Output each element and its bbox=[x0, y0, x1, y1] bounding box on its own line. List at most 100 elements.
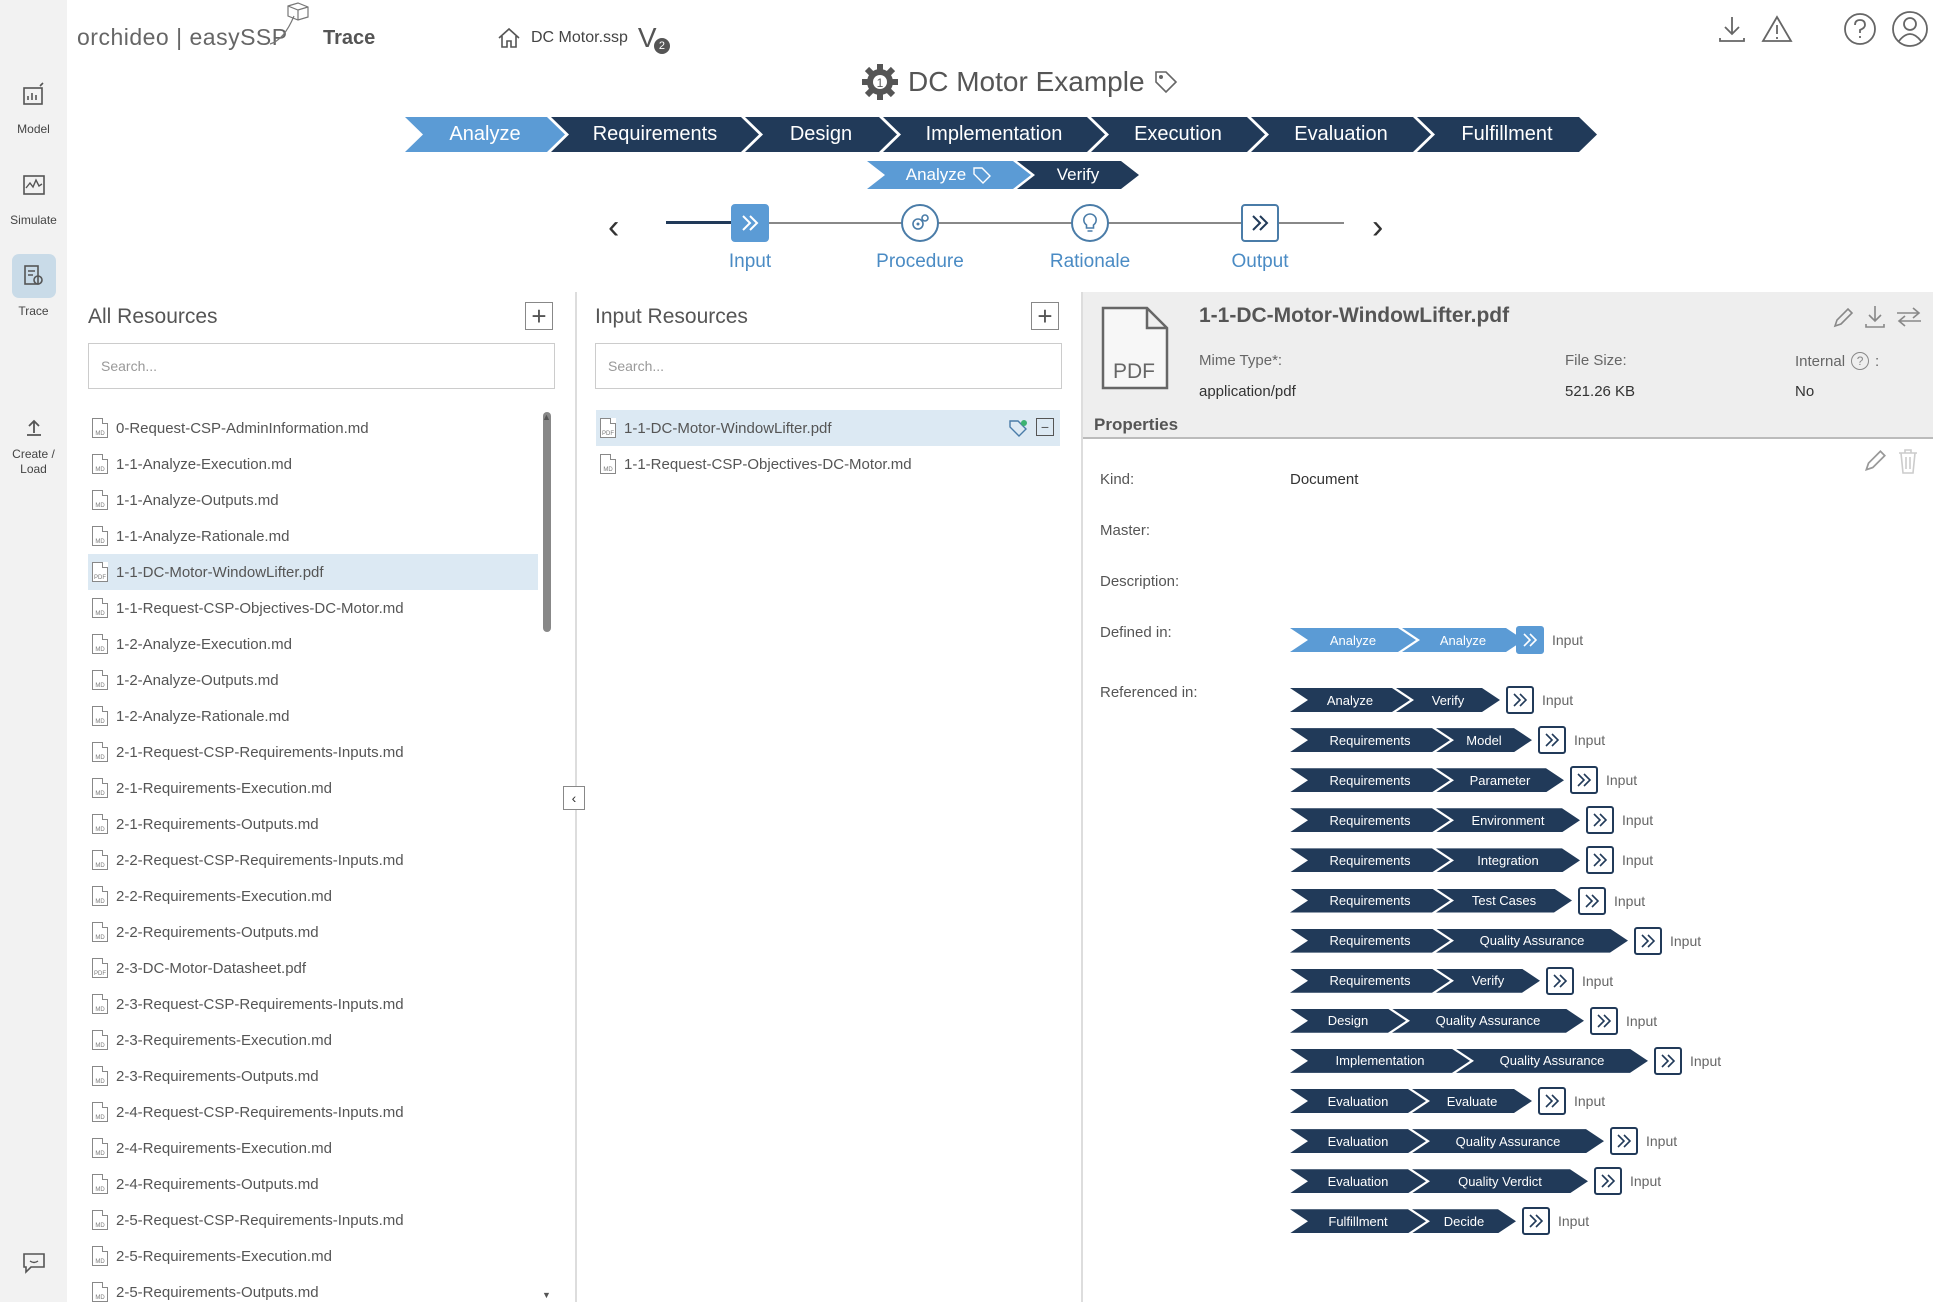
file-row[interactable]: MD 2-4-Requirements-Outputs.md bbox=[88, 1166, 538, 1202]
referenced-in-trace[interactable]: Implementation Quality Assurance Input bbox=[1290, 1046, 1721, 1075]
step-input[interactable]: Input bbox=[680, 196, 820, 273]
file-name: 2-3-DC-Motor-Datasheet.pdf bbox=[116, 959, 307, 977]
trace-step: Input bbox=[1574, 1093, 1606, 1109]
warning-icon[interactable] bbox=[1761, 14, 1793, 44]
referenced-in-trace[interactable]: Requirements Parameter Input bbox=[1290, 766, 1637, 795]
referenced-in-trace[interactable]: Analyze Verify Input bbox=[1290, 686, 1573, 714]
scroll-down-arrow[interactable]: ▼ bbox=[542, 1290, 551, 1300]
phase-analyze[interactable]: Analyze bbox=[405, 117, 565, 152]
phase-requirements[interactable]: Requirements bbox=[551, 117, 759, 152]
scroll-up-arrow[interactable]: ▲ bbox=[542, 412, 551, 422]
remove-input-button[interactable]: − bbox=[1036, 418, 1054, 436]
info-icon[interactable]: ? bbox=[1851, 352, 1870, 370]
file-row[interactable]: MD 1-2-Analyze-Outputs.md bbox=[88, 662, 538, 698]
trash-icon[interactable] bbox=[1896, 447, 1920, 475]
file-row[interactable]: MD 2-1-Requirements-Outputs.md bbox=[88, 806, 538, 842]
download-icon[interactable] bbox=[1717, 14, 1747, 44]
file-name: 2-1-Request-CSP-Requirements-Inputs.md bbox=[116, 743, 404, 761]
next-step-button[interactable]: › bbox=[1372, 208, 1383, 247]
file-row[interactable]: MD 1-1-Request-CSP-Objectives-DC-Motor.md bbox=[88, 590, 538, 626]
referenced-in-trace[interactable]: Requirements Environment Input bbox=[1290, 806, 1653, 835]
user-icon[interactable] bbox=[1891, 10, 1929, 48]
md-file-icon: MD bbox=[92, 814, 108, 834]
referenced-in-trace[interactable]: Requirements Verify Input bbox=[1290, 966, 1613, 995]
edit-properties-icon[interactable] bbox=[1862, 448, 1888, 474]
subphase-verify[interactable]: Verify bbox=[1017, 161, 1139, 189]
trace-subphase: Verify bbox=[1436, 969, 1540, 993]
file-row[interactable]: MD 2-1-Request-CSP-Requirements-Inputs.md bbox=[88, 734, 538, 770]
phase-execution[interactable]: Execution bbox=[1091, 117, 1265, 152]
referenced-in-trace[interactable]: Evaluation Quality Verdict Input bbox=[1290, 1167, 1661, 1196]
phase-fulfillment[interactable]: Fulfillment bbox=[1417, 117, 1597, 152]
file-row[interactable]: MD 2-4-Request-CSP-Requirements-Inputs.md bbox=[88, 1094, 538, 1130]
feedback-button[interactable] bbox=[0, 1252, 67, 1277]
step-rationale[interactable]: Rationale bbox=[1020, 196, 1160, 273]
referenced-in-trace[interactable]: Evaluation Quality Assurance Input bbox=[1290, 1127, 1677, 1156]
input-resources-search[interactable]: Search... bbox=[595, 343, 1062, 389]
file-indicator[interactable]: DC Motor.ssp V 2 bbox=[497, 22, 670, 54]
file-row[interactable]: MD 2-2-Requirements-Execution.md bbox=[88, 878, 538, 914]
file-name: 2-3-Request-CSP-Requirements-Inputs.md bbox=[116, 995, 404, 1013]
step-procedure[interactable]: Procedure bbox=[850, 196, 990, 273]
file-row[interactable]: PDF 1-1-DC-Motor-WindowLifter.pdf bbox=[88, 554, 538, 590]
subphase-analyze[interactable]: Analyze bbox=[867, 161, 1031, 189]
trace-phase: Requirements bbox=[1290, 768, 1450, 792]
lightbulb-icon bbox=[1071, 204, 1109, 242]
referenced-in-trace[interactable]: Requirements Integration Input bbox=[1290, 846, 1653, 875]
file-row[interactable]: PDF 2-3-DC-Motor-Datasheet.pdf bbox=[88, 950, 538, 986]
file-row[interactable]: MD 2-5-Request-CSP-Requirements-Inputs.md bbox=[88, 1202, 538, 1238]
add-resource-button[interactable]: + bbox=[525, 302, 553, 330]
referenced-in-label: Referenced in: bbox=[1100, 684, 1198, 701]
defined-in-trace[interactable]: Analyze Analyze Input bbox=[1290, 626, 1583, 654]
referenced-in-trace[interactable]: Design Quality Assurance Input bbox=[1290, 1006, 1657, 1035]
input-file-row[interactable]: PDF 1-1-DC-Motor-WindowLifter.pdf − bbox=[596, 410, 1060, 446]
md-file-icon: MD bbox=[92, 526, 108, 546]
file-row[interactable]: MD 2-2-Request-CSP-Requirements-Inputs.md bbox=[88, 842, 538, 878]
trace-phase: Requirements bbox=[1290, 728, 1450, 752]
internal-label: Internal ? : bbox=[1795, 352, 1880, 370]
file-row[interactable]: MD 2-3-Request-CSP-Requirements-Inputs.md bbox=[88, 986, 538, 1022]
file-row[interactable]: MD 1-1-Analyze-Rationale.md bbox=[88, 518, 538, 554]
referenced-in-trace[interactable]: Requirements Quality Assurance Input bbox=[1290, 926, 1701, 955]
title-text: DC Motor Example bbox=[908, 66, 1145, 97]
all-resources-search[interactable]: Search... bbox=[88, 343, 555, 389]
file-row[interactable]: MD 1-1-Analyze-Outputs.md bbox=[88, 482, 538, 518]
add-input-button[interactable]: + bbox=[1031, 302, 1059, 330]
referenced-in-trace[interactable]: Evaluation Evaluate Input bbox=[1290, 1087, 1605, 1115]
step-output[interactable]: Output bbox=[1190, 196, 1330, 273]
file-row[interactable]: MD 2-2-Requirements-Outputs.md bbox=[88, 914, 538, 950]
file-row[interactable]: MD 2-5-Requirements-Outputs.md bbox=[88, 1274, 538, 1302]
input-file-row[interactable]: MD 1-1-Request-CSP-Objectives-DC-Motor.m… bbox=[596, 446, 1060, 482]
swap-icon[interactable] bbox=[1895, 306, 1923, 328]
tag-icon[interactable] bbox=[1153, 69, 1179, 95]
rail-trace[interactable]: Trace bbox=[0, 254, 67, 318]
file-row[interactable]: MD 1-1-Analyze-Execution.md bbox=[88, 446, 538, 482]
file-row[interactable]: MD 0-Request-CSP-AdminInformation.md bbox=[88, 410, 538, 446]
referenced-in-trace[interactable]: Requirements Test Cases Input bbox=[1290, 886, 1645, 915]
file-row[interactable]: MD 2-3-Requirements-Execution.md bbox=[88, 1022, 538, 1058]
trace-subphase: Quality Verdict bbox=[1412, 1169, 1588, 1193]
referenced-in-trace[interactable]: Fulfillment Decide Input bbox=[1290, 1207, 1589, 1236]
file-row[interactable]: MD 2-3-Requirements-Outputs.md bbox=[88, 1058, 538, 1094]
phase-evaluation[interactable]: Evaluation bbox=[1251, 117, 1431, 152]
help-icon[interactable] bbox=[1843, 12, 1877, 46]
trace-phase: Requirements bbox=[1290, 848, 1450, 872]
rail-simulate[interactable]: Simulate bbox=[0, 163, 67, 227]
brand-logo: orchideo | easySSP bbox=[77, 24, 288, 50]
referenced-in-trace[interactable]: Requirements Model Input bbox=[1290, 726, 1605, 755]
rail-model[interactable]: Model bbox=[0, 72, 67, 136]
collapse-panel-button[interactable]: ‹ bbox=[563, 786, 585, 810]
phase-design[interactable]: Design bbox=[745, 117, 897, 152]
file-row[interactable]: MD 2-5-Requirements-Execution.md bbox=[88, 1238, 538, 1274]
file-row[interactable]: MD 2-4-Requirements-Execution.md bbox=[88, 1130, 538, 1166]
phase-implementation[interactable]: Implementation bbox=[883, 117, 1105, 152]
file-row[interactable]: MD 1-2-Analyze-Rationale.md bbox=[88, 698, 538, 734]
edit-icon[interactable] bbox=[1831, 306, 1855, 330]
prev-step-button[interactable]: ‹ bbox=[608, 208, 619, 247]
tag-icon[interactable] bbox=[1008, 419, 1028, 437]
file-row[interactable]: MD 1-2-Analyze-Execution.md bbox=[88, 626, 538, 662]
scrollbar-thumb[interactable] bbox=[543, 412, 551, 632]
rail-create-load[interactable]: Create / Load bbox=[0, 405, 67, 477]
download-icon[interactable] bbox=[1863, 304, 1887, 330]
file-row[interactable]: MD 2-1-Requirements-Execution.md bbox=[88, 770, 538, 806]
